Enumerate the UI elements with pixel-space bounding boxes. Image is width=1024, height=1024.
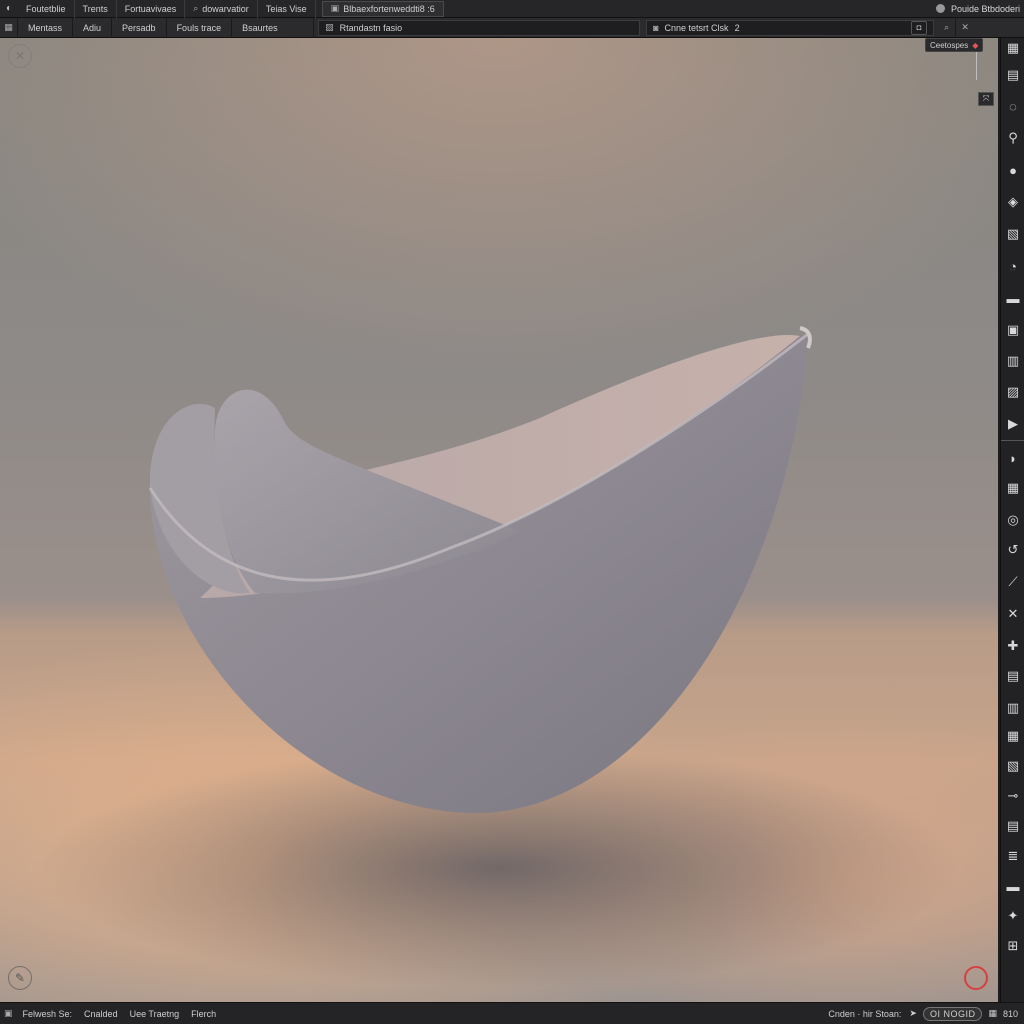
send-icon[interactable]: ➤ <box>909 1008 917 1019</box>
status-right-text: Cnden · hir Stoan: <box>828 1008 902 1019</box>
tab-field-left-label: Rtandastn fasio <box>339 22 403 33</box>
status-grid-icon[interactable]: ▦ <box>988 1008 997 1019</box>
paint-icon[interactable]: ◔ <box>1003 256 1023 276</box>
collection-close-icon[interactable]: ◆ <box>972 41 978 50</box>
close-circle-icon[interactable]: ✕ <box>8 44 32 68</box>
brush-icon[interactable]: ▬ <box>1003 288 1023 308</box>
mesh-icon[interactable]: ▥ <box>1003 698 1023 718</box>
grid-icon[interactable]: ▦ <box>1003 38 1023 58</box>
menu-item-4-label: dowarvatior <box>202 3 249 14</box>
record-indicator-icon[interactable]: ● <box>964 966 988 990</box>
status-item-3: Uee Traetng <box>129 1008 180 1019</box>
tab-field-left[interactable]: ▨ Rtandastn fasio <box>318 19 641 36</box>
camera-icon: ◙ <box>653 22 659 33</box>
status-item-4: Flerch <box>191 1008 217 1019</box>
file-icon: ▣ <box>330 3 340 13</box>
menu-item-4[interactable]: ⌕ dowarvatior <box>185 0 258 18</box>
gizmo-axis-line <box>976 50 986 80</box>
status-pill[interactable]: OI NOGID <box>922 1006 983 1021</box>
toolbar-divider <box>1001 440 1024 441</box>
puzzle-icon[interactable]: ✚ <box>1003 636 1023 656</box>
status-circle-icon <box>935 4 945 13</box>
status-right-value: 810 <box>1002 1008 1018 1019</box>
tab-3[interactable]: Persadb <box>112 17 167 38</box>
tab-1[interactable]: Mentass <box>18 17 74 38</box>
pen-nib-icon[interactable]: ✎ <box>8 966 32 990</box>
render-toggle-icon[interactable]: ◘ <box>911 20 928 35</box>
rendered-scene <box>0 38 998 1002</box>
frame-icon[interactable]: ▨ <box>1003 382 1023 402</box>
image-icon[interactable]: ▣ <box>1003 320 1023 340</box>
texture-icon[interactable]: ▦ <box>1003 478 1023 498</box>
menu-item-2[interactable]: Trents <box>75 0 117 18</box>
status-bar: ▣ Felwesh Se: Cnalded Uee Traetng Flerch… <box>0 1002 1024 1024</box>
close-tab-icon[interactable]: ✕ <box>956 18 974 38</box>
shield-icon[interactable]: ◈ <box>1003 192 1023 212</box>
tab-field-right[interactable]: ◙ Cnne tetsrt Clsk 2 ◘ <box>646 19 935 36</box>
tab-menu-icon[interactable]: ▦ <box>0 17 18 38</box>
app-logo-icon[interactable]: ◐ <box>0 0 18 18</box>
view-pan-icon[interactable]: ⤧ <box>978 92 994 106</box>
half-circle-icon[interactable]: ◗ <box>1003 448 1023 468</box>
tab-2[interactable]: Adiu <box>73 17 113 38</box>
menubar-right: Pouide Btbdoderi <box>935 4 1024 14</box>
image-icon: ▨ <box>325 22 334 32</box>
cube-icon[interactable]: ▧ <box>1003 224 1023 244</box>
tab-bar: ▦ Mentass Adiu Persadb Fouls trace Bsaur… <box>0 17 1024 38</box>
tab-5[interactable]: Bsaurtes <box>232 17 315 38</box>
star-icon[interactable]: ✦ <box>1003 906 1023 926</box>
right-toolbar: ▦ ▤ ◌ ⚲ ● ◈ ▧ ◔ ▬ ▣ ▥ ▨ ▶ ◗ ▦ ◎ ↺ ⟋ ✕ ✚ … <box>1000 38 1024 1002</box>
lasso-icon[interactable]: ◌ <box>1003 96 1023 116</box>
project-field[interactable]: ▣ Blbaexfortenweddti8 :6 <box>321 0 444 17</box>
project-field-label: Blbaexfortenweddti8 :6 <box>343 3 435 14</box>
menu-item-1[interactable]: Foutetblie <box>18 0 75 18</box>
keyframe-icon[interactable]: ▬ <box>1003 876 1023 896</box>
status-menu-icon[interactable]: ▣ <box>0 1008 17 1019</box>
search-tab-icon[interactable]: ⌕ <box>938 17 957 38</box>
info-icon[interactable]: ● <box>1003 160 1023 180</box>
collection-chip[interactable]: Ceetospes ◆ <box>925 38 984 52</box>
curve-icon[interactable]: ↺ <box>1003 540 1023 560</box>
export-icon[interactable]: ⊞ <box>1003 936 1023 956</box>
tab-field-right-label: Cnne tetsrt Clsk <box>664 22 729 33</box>
search-icon: ⌕ <box>193 3 199 13</box>
vector-icon[interactable]: ◎ <box>1003 510 1023 530</box>
transform-icon[interactable]: ▧ <box>1003 756 1023 776</box>
gallery-icon[interactable]: ▤ <box>1003 65 1023 85</box>
stack-icon[interactable]: ▤ <box>1003 816 1023 836</box>
measure-icon[interactable]: ⟋ <box>1003 572 1023 592</box>
tab-field-right-suffix: 2 <box>734 22 740 33</box>
tab-4[interactable]: Fouls trace <box>167 17 233 38</box>
list-icon[interactable]: ≣ <box>1003 846 1023 866</box>
play-icon[interactable]: ▶ <box>1003 414 1023 434</box>
menu-item-5[interactable]: Teias Vise <box>258 0 316 18</box>
cross-icon[interactable]: ✕ <box>1003 604 1023 624</box>
viewport-3d[interactable]: ✕ ✎ ● ⤧ <box>0 38 998 1002</box>
menubar-right-label[interactable]: Pouide Btbdoderi <box>951 4 1020 14</box>
status-item-2: Cnalded <box>84 1008 118 1019</box>
select-icon[interactable]: ▦ <box>1003 726 1023 746</box>
collection-chip-label: Ceetospes <box>930 40 969 50</box>
node-icon[interactable]: ▤ <box>1003 666 1023 686</box>
link-icon[interactable]: ⊸ <box>1003 786 1023 806</box>
menu-item-3[interactable]: Fortuavivaes <box>117 0 186 18</box>
menu-bar: ◐ Foutetblie Trents Fortuavivaes ⌕ dowarv… <box>0 0 1024 18</box>
status-item-1: Felwesh Se: <box>22 1008 73 1019</box>
status-right: Cnden · hir Stoan: ➤ OI NOGID ▦ 810 <box>828 1006 1024 1021</box>
pipette-icon[interactable]: ⚲ <box>1003 128 1023 148</box>
layers-icon[interactable]: ▥ <box>1003 351 1023 371</box>
